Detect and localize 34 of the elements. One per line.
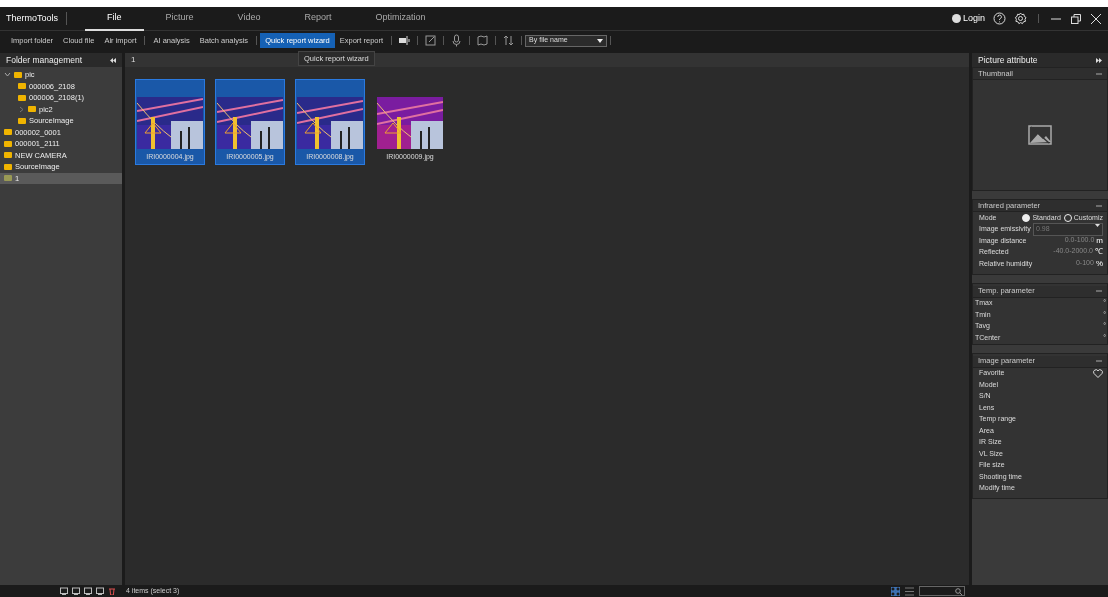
folder-path: 1 [131, 54, 136, 66]
sort-icon[interactable] [502, 34, 516, 47]
menu-tab[interactable]: File [85, 5, 144, 32]
expand-icon[interactable] [1096, 57, 1102, 63]
avatar-icon [951, 14, 961, 23]
unit-label: ℃ [1095, 246, 1103, 259]
collapse-icon[interactable] [110, 57, 116, 63]
help-icon[interactable] [993, 12, 1006, 25]
menu-tab[interactable]: Optimization [353, 5, 448, 32]
no-image-icon [1028, 125, 1052, 145]
search-icon [955, 587, 962, 595]
microphone-icon[interactable] [450, 34, 464, 47]
delete-icon[interactable] [108, 587, 116, 595]
settings-icon[interactable] [1014, 12, 1027, 25]
caret-icon [597, 38, 604, 43]
heart-icon[interactable] [1093, 368, 1103, 378]
grid-view-icon[interactable] [891, 586, 900, 596]
monitor-icon[interactable] [60, 587, 68, 595]
login-link[interactable]: Login [962, 11, 985, 26]
edit-icon[interactable] [424, 34, 438, 47]
menu-tab[interactable]: Picture [143, 5, 216, 32]
unit-label: m [1096, 234, 1103, 247]
menu-tab[interactable]: Report [282, 5, 354, 32]
search-field[interactable] [919, 586, 965, 596]
chevron-icon[interactable] [4, 71, 11, 79]
restore-icon[interactable] [1070, 12, 1082, 25]
panel-title: Folder management [6, 53, 83, 67]
list-view-icon[interactable] [905, 586, 914, 596]
unit-label: % [1095, 257, 1103, 270]
caret-icon [1095, 224, 1100, 227]
menu-tab[interactable]: Video [215, 5, 283, 32]
app-title: ThermoTools [6, 11, 68, 26]
panel-title: Picture attribute [978, 53, 1038, 67]
close-icon[interactable] [1090, 12, 1102, 25]
